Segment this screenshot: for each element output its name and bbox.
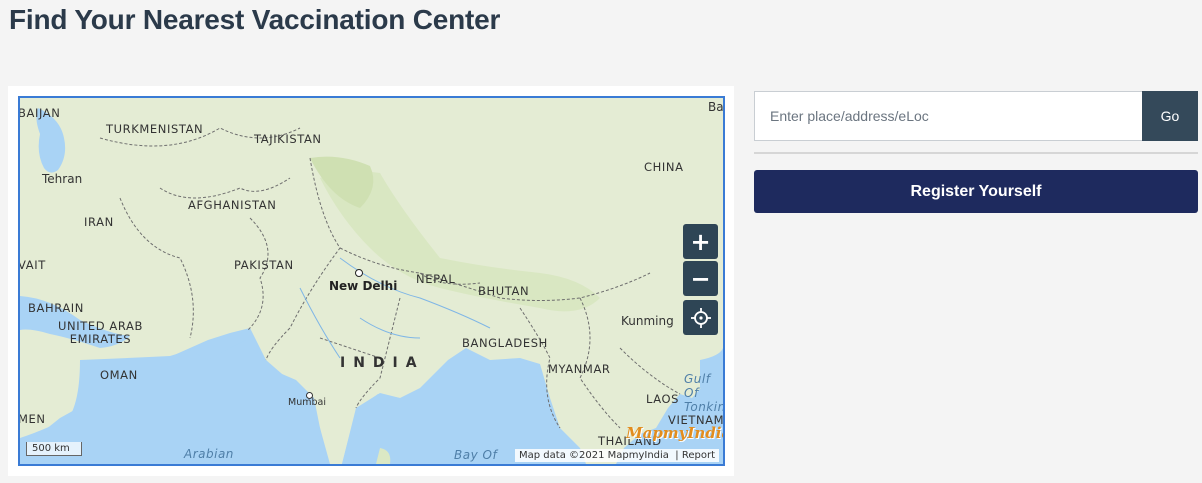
map-label-iran: IRAN	[84, 215, 114, 229]
map-label-laos: LAOS	[646, 392, 680, 406]
crosshair-icon	[690, 307, 711, 328]
map-label-ba: Ba	[708, 100, 724, 114]
map-attribution: Map data ©2021 MapmyIndia | Report	[515, 449, 719, 462]
locate-me-button[interactable]	[683, 300, 718, 335]
go-button[interactable]: Go	[1142, 91, 1198, 141]
map-label-india: INDIA	[340, 355, 425, 371]
new-delhi-marker-icon	[355, 269, 363, 277]
map-view[interactable]: BAIJAN TURKMENISTAN TAJIKISTAN Ba CHINA …	[18, 96, 725, 466]
zoom-out-button[interactable]: −	[683, 261, 718, 296]
map-label-gulf-of-tonkin: Gulf Of Tonkin	[684, 372, 725, 414]
map-label-pakistan: PAKISTAN	[234, 258, 294, 272]
register-button[interactable]: Register Yourself	[754, 170, 1198, 213]
zoom-in-button[interactable]: +	[683, 224, 718, 259]
report-link[interactable]: Report	[682, 450, 715, 461]
map-label-men: MEN	[18, 412, 46, 426]
map-card: BAIJAN TURKMENISTAN TAJIKISTAN Ba CHINA …	[8, 86, 734, 476]
map-label-mumbai: Mumbai	[288, 397, 326, 408]
map-scale-bar: 500 km	[26, 442, 82, 456]
page-title: Find Your Nearest Vaccination Center	[9, 4, 501, 35]
divider	[754, 152, 1198, 154]
map-label-new-delhi: New Delhi	[329, 279, 398, 293]
map-label-turkmenistan: TURKMENISTAN	[106, 122, 204, 136]
map-label-arabian-sea: Arabian	[184, 447, 234, 461]
map-label-vait: VAIT	[18, 258, 46, 272]
map-label-oman: OMAN	[100, 368, 138, 382]
map-label-bay-of-bengal: Bay Of	[454, 448, 498, 462]
map-label-tajikistan: TAJIKISTAN	[254, 132, 322, 146]
map-label-kunming: Kunming	[621, 314, 674, 328]
map-label-bangladesh: BANGLADESH	[462, 336, 548, 350]
map-label-bahrain: BAHRAIN	[28, 301, 84, 315]
map-label-bhutan: BHUTAN	[478, 284, 530, 298]
map-label-nepal: NEPAL	[416, 272, 456, 286]
map-label-myanmar: MYANMAR	[548, 362, 611, 376]
map-label-afghanistan: AFGHANISTAN	[188, 198, 277, 212]
search-input[interactable]	[755, 92, 1142, 140]
map-label-baijan: BAIJAN	[18, 106, 61, 120]
map-label-tehran: Tehran	[42, 172, 83, 186]
search-box	[754, 91, 1142, 141]
mapmyindia-logo: MapmyIndia	[626, 424, 725, 442]
plus-icon: +	[690, 227, 711, 256]
minus-icon: −	[690, 264, 711, 293]
attribution-text: Map data ©2021 MapmyIndia	[519, 450, 669, 461]
map-label-china: CHINA	[644, 160, 684, 174]
map-label-uae: UNITED ARAB EMIRATES	[58, 319, 143, 346]
